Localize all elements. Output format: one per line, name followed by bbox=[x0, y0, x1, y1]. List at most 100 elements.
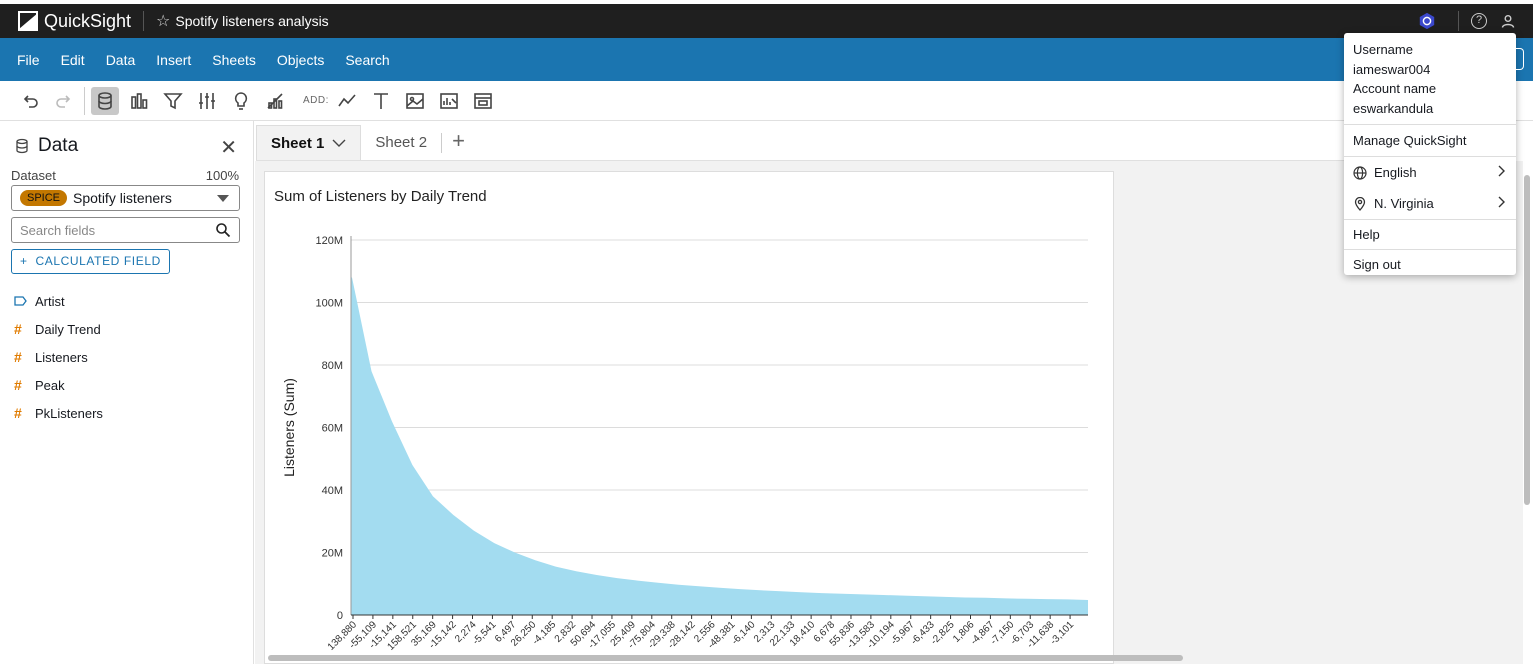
tag-icon bbox=[14, 293, 28, 309]
region-label: N. Virginia bbox=[1374, 196, 1434, 211]
dataset-select[interactable]: SPICE Spotify listeners bbox=[11, 185, 240, 211]
y-tick-label: 20M bbox=[322, 548, 343, 560]
hash-icon: # bbox=[14, 321, 22, 337]
add-embed-button[interactable] bbox=[469, 87, 497, 115]
horizontal-scrollbar[interactable] bbox=[268, 655, 1183, 661]
parameters-button[interactable] bbox=[193, 87, 221, 115]
quicksight-logo[interactable]: QuickSight bbox=[18, 11, 131, 32]
field-name: Artist bbox=[35, 293, 65, 309]
add-label: ADD: bbox=[303, 95, 329, 106]
sign-out-item[interactable]: Sign out bbox=[1344, 250, 1516, 278]
account-label: Account name bbox=[1353, 81, 1437, 96]
toolbar-divider bbox=[84, 86, 85, 115]
help-icon[interactable]: ? bbox=[1471, 13, 1487, 29]
hash-icon: # bbox=[14, 405, 22, 421]
insights-button[interactable] bbox=[227, 87, 255, 115]
field-peak[interactable]: # Peak bbox=[14, 371, 103, 399]
field-artist[interactable]: Artist bbox=[14, 287, 103, 315]
data-sidebar: Data ✕ Dataset 100% SPICE Spotify listen… bbox=[0, 121, 254, 664]
menu-sheets[interactable]: Sheets bbox=[212, 52, 256, 68]
account-value: eswarkandula bbox=[1353, 100, 1434, 116]
filter-button[interactable] bbox=[159, 87, 187, 115]
sliders-icon bbox=[199, 92, 215, 109]
tab-sheet-2[interactable]: Sheet 2 bbox=[361, 125, 441, 160]
menu-insert[interactable]: Insert bbox=[156, 52, 191, 68]
analysis-title-text: Spotify listeners analysis bbox=[175, 13, 329, 29]
search-icon bbox=[216, 223, 231, 238]
redo-button[interactable] bbox=[50, 87, 78, 115]
hash-icon: # bbox=[14, 349, 22, 365]
redo-icon bbox=[56, 94, 71, 108]
region-item[interactable]: N. Virginia bbox=[1344, 188, 1516, 219]
field-listeners[interactable]: # Listeners bbox=[14, 343, 103, 371]
menu-search[interactable]: Search bbox=[345, 52, 389, 68]
dataset-percent: 100% bbox=[205, 168, 239, 183]
y-tick-label: 120M bbox=[315, 235, 343, 247]
add-image-button[interactable] bbox=[401, 87, 429, 115]
lightbulb-icon bbox=[234, 91, 248, 110]
manage-label: Manage QuickSight bbox=[1353, 133, 1467, 148]
field-daily-trend[interactable]: # Daily Trend bbox=[14, 315, 103, 343]
undo-button[interactable] bbox=[16, 87, 44, 115]
help-label: Help bbox=[1353, 227, 1380, 242]
toolbar: ADD: bbox=[0, 81, 1533, 121]
tab-label: Sheet 2 bbox=[375, 134, 428, 151]
data-pane-button[interactable] bbox=[91, 86, 119, 115]
y-tick-label: 60M bbox=[322, 423, 343, 435]
menu-data[interactable]: Data bbox=[106, 52, 136, 68]
user-icon[interactable] bbox=[1501, 14, 1515, 28]
help-item[interactable]: Help bbox=[1344, 220, 1516, 249]
sidebar-title: Data bbox=[38, 135, 79, 156]
themes-button[interactable] bbox=[261, 87, 289, 115]
field-list: Artist # Daily Trend # Listeners # Peak … bbox=[14, 287, 103, 427]
username-label: Username bbox=[1353, 42, 1413, 57]
analysis-title[interactable]: ☆ Spotify listeners analysis bbox=[156, 11, 329, 31]
tab-label: Sheet 1 bbox=[271, 134, 325, 152]
language-label: English bbox=[1374, 165, 1417, 180]
field-name: Daily Trend bbox=[35, 321, 101, 337]
menu-file[interactable]: File bbox=[17, 52, 40, 68]
top-bar: QuickSight ☆ Spotify listeners analysis … bbox=[0, 4, 1533, 38]
spice-badge: SPICE bbox=[20, 190, 68, 206]
visualize-button[interactable] bbox=[125, 87, 153, 115]
dataset-name: Spotify listeners bbox=[73, 190, 172, 206]
x-tick-label: -5,541 bbox=[471, 619, 499, 647]
hexagon-icon[interactable] bbox=[1418, 12, 1436, 30]
y-axis-label: Listeners (Sum) bbox=[281, 378, 297, 477]
menubar-edge-button[interactable] bbox=[1516, 48, 1524, 70]
menu-edit[interactable]: Edit bbox=[61, 52, 85, 68]
field-pklisteners[interactable]: # PkListeners bbox=[14, 399, 103, 427]
add-text-button[interactable] bbox=[367, 87, 395, 115]
language-item[interactable]: English bbox=[1344, 157, 1516, 188]
search-fields-input[interactable]: Search fields bbox=[11, 217, 240, 243]
embed-icon bbox=[474, 92, 492, 109]
field-name: PkListeners bbox=[35, 405, 103, 421]
database-icon bbox=[16, 138, 28, 154]
text-icon bbox=[373, 92, 388, 109]
menu-objects[interactable]: Objects bbox=[277, 52, 324, 68]
plus-icon: + bbox=[20, 254, 36, 268]
tab-sheet-1[interactable]: Sheet 1 bbox=[256, 125, 362, 160]
add-calculated-field-button[interactable]: + CALCULATED FIELD bbox=[11, 249, 170, 274]
y-tick-label: 80M bbox=[322, 360, 343, 372]
username-value: iameswar004 bbox=[1353, 61, 1431, 77]
x-tick-label: -3,101 bbox=[1048, 619, 1076, 647]
close-icon[interactable]: ✕ bbox=[220, 135, 237, 160]
add-visual-button[interactable] bbox=[333, 87, 361, 115]
add-insight-button[interactable] bbox=[435, 87, 463, 115]
y-tick-label: 100M bbox=[315, 298, 343, 310]
bar-chart-icon bbox=[131, 92, 148, 109]
caret-down-icon bbox=[217, 195, 229, 202]
undo-icon bbox=[23, 94, 38, 108]
divider bbox=[1458, 11, 1459, 31]
chevron-down-icon[interactable] bbox=[332, 135, 346, 152]
star-icon[interactable]: ☆ bbox=[156, 11, 170, 31]
dataset-label: Dataset bbox=[11, 168, 56, 183]
add-sheet-icon[interactable]: + bbox=[442, 128, 475, 160]
globe-icon bbox=[1353, 165, 1367, 180]
visual-area-chart[interactable]: Sum of Listeners by Daily Trend 0 20M 40M 6… bbox=[264, 171, 1114, 664]
manage-quicksight-item[interactable]: Manage QuickSight bbox=[1344, 125, 1516, 156]
location-pin-icon bbox=[1354, 196, 1366, 211]
vertical-scrollbar[interactable] bbox=[1524, 175, 1530, 505]
app-name: QuickSight bbox=[44, 10, 132, 31]
